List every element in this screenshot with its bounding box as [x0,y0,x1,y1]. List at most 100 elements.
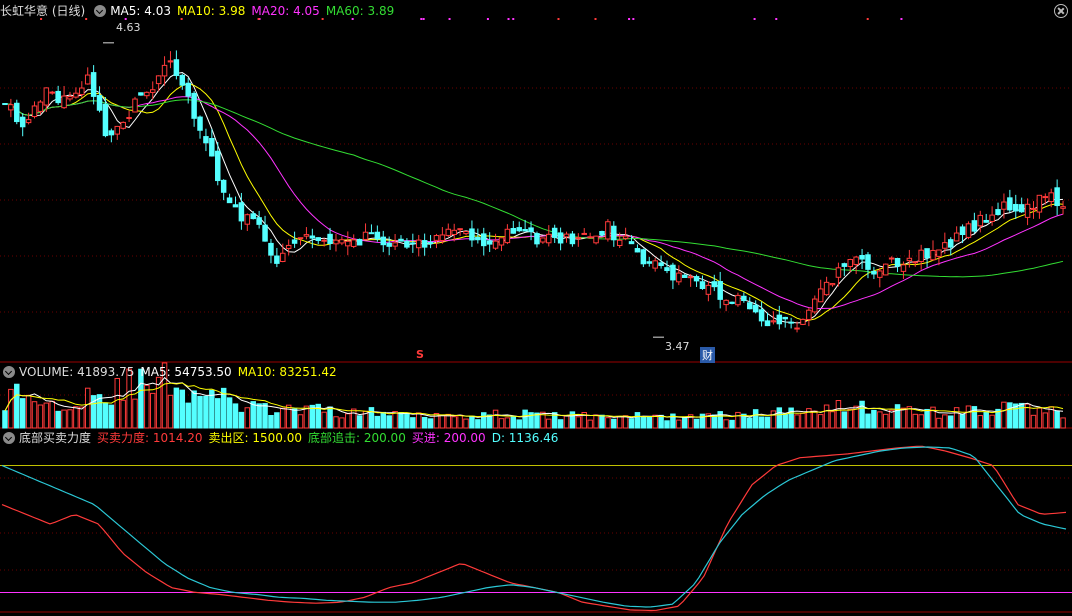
signal-dot [507,18,510,20]
volume-bar [510,416,517,429]
volume-bar [841,411,848,429]
signal-dot [628,18,631,20]
volume-bar [232,403,239,429]
candle-body [900,264,907,272]
volume-bar [481,412,487,429]
candle-body [634,248,641,253]
candle-body [203,136,209,144]
volume-bar [794,414,800,429]
volume-bar [894,404,901,429]
volume-bar [587,419,593,429]
candle-body [871,270,877,275]
signal-dot [632,18,635,20]
volume-bar [144,384,150,429]
volume-bar [14,383,20,429]
security-title: 长虹华意 (日线) [0,4,86,18]
candle-body [776,314,783,325]
candle-body [741,295,747,302]
candle-body [906,257,913,262]
candle-body [540,237,546,243]
volume-bar [167,394,174,429]
volume-bar [776,407,783,429]
candle-body [800,318,806,325]
volume-bar [924,408,930,429]
volume-bar [516,419,522,429]
volume-bar [959,413,966,429]
volume-bar [185,402,191,429]
candle-body [43,87,50,106]
candle-body [575,237,582,240]
candle-body [291,239,298,244]
candle-body [179,74,186,86]
candle-body [817,288,824,303]
volume-bar [723,419,729,429]
volume-bar [297,414,304,429]
volume-bar [132,398,138,429]
volume-bar [1060,417,1066,429]
candle-body [912,261,919,264]
candle-body [611,225,617,241]
volume-bar [676,419,682,429]
volume-bar [616,416,623,429]
candle-body [49,91,55,94]
volume-bar [469,415,475,429]
volume-ma10-value: MA10: 83251.42 [237,365,337,379]
volume-bar [445,413,452,429]
volume-bar [398,412,404,429]
chevron-down-icon[interactable] [3,366,15,378]
candle-body [581,232,587,235]
volume-bar [918,414,924,429]
candle-body [226,197,233,204]
candle-body [415,239,422,249]
indicator-header: 底部买卖力度 买卖力度: 1014.20 卖出区: 1500.00 底部追击: … [0,429,564,447]
candle-body [67,96,73,100]
candle-body [90,72,97,97]
candle-body [451,229,457,236]
volume-bar [522,409,528,429]
volume-bar [415,412,422,429]
candle-body [427,241,434,245]
volume-bar [321,411,327,429]
candle-body [528,227,534,233]
sell-zone-value: 卖出区: 1500.00 [208,431,302,445]
candle-body [664,267,670,272]
candle-body [14,102,20,123]
candle-body [167,60,174,63]
candle-body [138,92,144,96]
volume-bar [658,414,664,429]
candle-body [209,137,215,157]
volume-bar [250,401,256,429]
candle-body [345,240,351,247]
candle-body [894,258,901,267]
close-icon[interactable] [1054,4,1068,18]
candle-body [752,304,759,313]
volume-bar [120,399,126,429]
volume-bar [49,400,55,429]
finance-event-flag[interactable]: 财 [700,347,715,363]
volume-bar [729,419,735,429]
candle-body [877,270,883,278]
candle-body [735,294,741,306]
candle-body [457,228,463,231]
volume-bar [829,411,836,429]
candle-body [953,232,960,242]
volume-bar [782,413,788,429]
volume-bar [67,409,73,429]
volume-bar [356,415,363,429]
volume-bar [463,418,469,429]
volume-bar [693,418,700,429]
volume-header: VOLUME: 41893.75 MA5: 54753.50 MA10: 832… [0,363,343,381]
chevron-down-icon[interactable] [94,5,107,17]
candle-body [368,232,375,235]
candle-body [705,284,712,295]
volume-bar [593,414,599,429]
volume-bar [404,413,410,429]
volume-bar [1030,414,1037,429]
volume-bar [983,411,989,429]
signal-dot [594,18,597,20]
chevron-down-icon[interactable] [3,432,15,444]
candle-body [1048,192,1054,203]
volume-bar [191,390,197,429]
candle-body [794,327,800,330]
candle-body [79,87,85,96]
